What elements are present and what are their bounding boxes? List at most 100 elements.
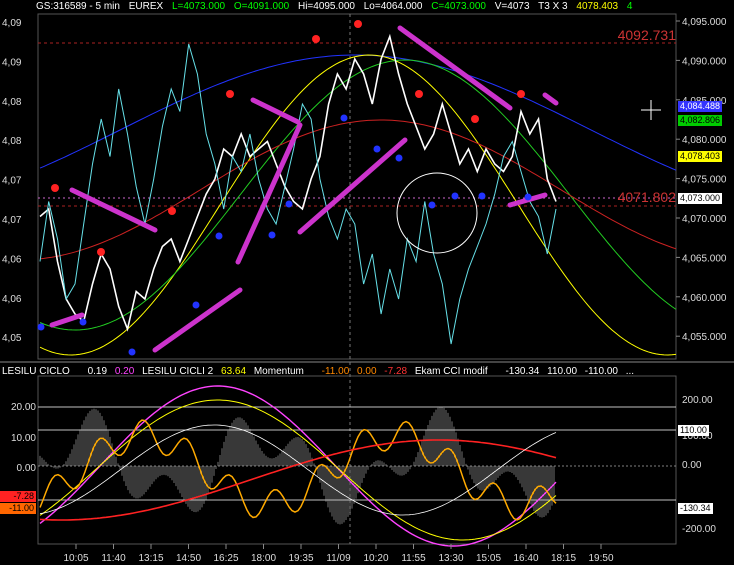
indicator-label-3: Momentum xyxy=(253,366,304,377)
price-tick-label-left: 4,09 xyxy=(2,18,22,29)
support-dot xyxy=(37,323,45,331)
indicator-value-2: 0.20 xyxy=(114,366,135,377)
indicator-tick-left: 20.00 xyxy=(11,402,36,413)
resistance-dot xyxy=(226,90,234,98)
time-axis: 10:05 11:40 13:15 14:50 16:25 18:00 19:35 11/09… xyxy=(63,544,614,564)
support-dot xyxy=(524,193,532,201)
white-price-tag: 4,073.000 xyxy=(678,193,723,204)
indicator-tick-right: 200.00 xyxy=(682,395,713,406)
time-tick-label: 15:05 xyxy=(476,553,501,564)
right-white-tag-1: 110.00 xyxy=(678,425,709,436)
indicator-label-1: LESILU CICLO xyxy=(2,366,70,377)
time-tick-label: 11:40 xyxy=(101,553,126,564)
price-tick-label-right: 4,080.000 xyxy=(682,135,727,146)
indicator-value-5: 0.00 xyxy=(357,366,377,377)
price-tick-label-left: 4,06 xyxy=(2,254,22,265)
green-price-tag: 4,082.806 xyxy=(678,115,723,126)
price-tick-label-left: 4,08 xyxy=(2,136,22,147)
indicator-label-4: Ekam CCI modif xyxy=(414,366,488,377)
support-dot xyxy=(395,154,403,162)
price-tick-label-left: 4,05 xyxy=(2,333,22,344)
count-value: 4 xyxy=(626,1,633,12)
support-dot xyxy=(192,301,200,309)
chart-canvas: 4092.731 4071.802 4,095.000 4,090.000 4,08… xyxy=(0,13,734,564)
time-tick-label: 18:00 xyxy=(251,553,276,564)
support-dot xyxy=(215,232,223,240)
resistance-dot xyxy=(51,184,59,192)
time-tick-label: 16:25 xyxy=(213,553,238,564)
support-dot xyxy=(340,114,348,122)
right-white-tag-2: -130.34 xyxy=(678,503,713,514)
indicator-tick-right: 0.00 xyxy=(682,460,702,471)
support-dot xyxy=(268,231,276,239)
time-tick-label: 10:20 xyxy=(363,553,388,564)
price-tick-label-right: 4,065.000 xyxy=(682,253,727,264)
indicator-value-3: 63.64 xyxy=(221,366,247,377)
indicator-tick-left: 0.00 xyxy=(17,463,37,474)
left-red-tag: -7.28 xyxy=(0,491,36,502)
price-tick-label-right: 4,055.000 xyxy=(682,332,727,343)
price-tick-label-left: 4,07 xyxy=(2,176,22,187)
time-tick-label: 11/09 xyxy=(326,553,351,564)
yellow-value: 4078.403 xyxy=(576,1,619,12)
indicator-value-1: 0.19 xyxy=(87,366,108,377)
indicator-value-8: 110.00 xyxy=(547,366,577,377)
time-tick-label: 19:35 xyxy=(288,553,313,564)
resistance-dot xyxy=(97,248,105,256)
resistance-dot xyxy=(354,20,362,28)
indicator-value-9: -110.00 xyxy=(584,366,618,377)
time-tick-label: 18:15 xyxy=(551,553,576,564)
price-tick-label-right: 4,060.000 xyxy=(682,293,727,304)
indicator-tick-left: 10.00 xyxy=(11,433,36,444)
support-dot xyxy=(451,192,459,200)
symbol-label: GS:316589 - 5 min xyxy=(36,1,120,12)
resistance-dot xyxy=(517,90,525,98)
lower-level-label: 4071.802 xyxy=(618,189,677,205)
resistance-dot xyxy=(415,90,423,98)
support-dot xyxy=(79,318,87,326)
time-tick-label: 13:15 xyxy=(138,553,163,564)
indicator-label-2: LESILU CICLI 2 xyxy=(142,366,214,377)
indicator-header: LESILU CICLO 0.19 0.20 LESILU CICLI 2 63… xyxy=(2,366,639,377)
indicator-value-4: -11.00 xyxy=(321,366,350,377)
time-tick-label: 10:05 xyxy=(63,553,88,564)
tx-label: T3 X 3 xyxy=(538,1,568,12)
time-tick-label: 13:30 xyxy=(438,553,463,564)
indicator-value-7: -130.34 xyxy=(505,366,540,377)
left-red-tag-2: -11.00 xyxy=(0,503,36,514)
time-tick-label: 16:40 xyxy=(513,553,538,564)
low-value: Lo=4064.000 xyxy=(363,1,423,12)
time-tick-label: 14:50 xyxy=(176,553,201,564)
exchange-label: EUREX xyxy=(128,1,164,12)
support-dot xyxy=(478,192,486,200)
yellow-price-tag: 4,078.403 xyxy=(678,151,723,162)
price-tick-label-left: 4,09 xyxy=(2,57,22,68)
support-dot xyxy=(428,201,436,209)
price-tick-label-left: 4,06 xyxy=(2,294,22,305)
support-dot xyxy=(373,145,381,153)
price-tick-label-left: 4,07 xyxy=(2,215,22,226)
price-tick-label-right: 4,095.000 xyxy=(682,17,727,28)
open-value: O=4091.000 xyxy=(233,1,290,12)
resistance-dot xyxy=(471,115,479,123)
price-tick-label-left: 4,08 xyxy=(2,97,22,108)
resistance-dot xyxy=(168,207,176,215)
resistance-dot xyxy=(312,35,320,43)
price-tick-label-right: 4,075.000 xyxy=(682,175,727,186)
indicator-tick-right: -200.00 xyxy=(682,524,716,535)
high-value: Hi=4095.000 xyxy=(297,1,355,12)
chart-header: GS:316589 - 5 min EUREX L=4073.000 O=409… xyxy=(36,1,638,12)
close-value: C=4073.000 xyxy=(431,1,486,12)
blue-price-tag: 4,084.488 xyxy=(678,101,723,112)
indicator-value-6: -7.28 xyxy=(384,366,408,377)
upper-level-label: 4092.731 xyxy=(618,27,677,43)
time-tick-label: 19:50 xyxy=(588,553,613,564)
volume-value: V=4073 xyxy=(494,1,530,12)
price-tick-label-right: 4,070.000 xyxy=(682,214,727,225)
price-panel-frame xyxy=(37,13,677,360)
time-tick-label: 11:55 xyxy=(401,553,426,564)
support-dot xyxy=(285,200,293,208)
indicator-more[interactable]: ... xyxy=(626,366,634,377)
last-value: L=4073.000 xyxy=(171,1,226,12)
price-tick-label-right: 4,090.000 xyxy=(682,56,727,67)
